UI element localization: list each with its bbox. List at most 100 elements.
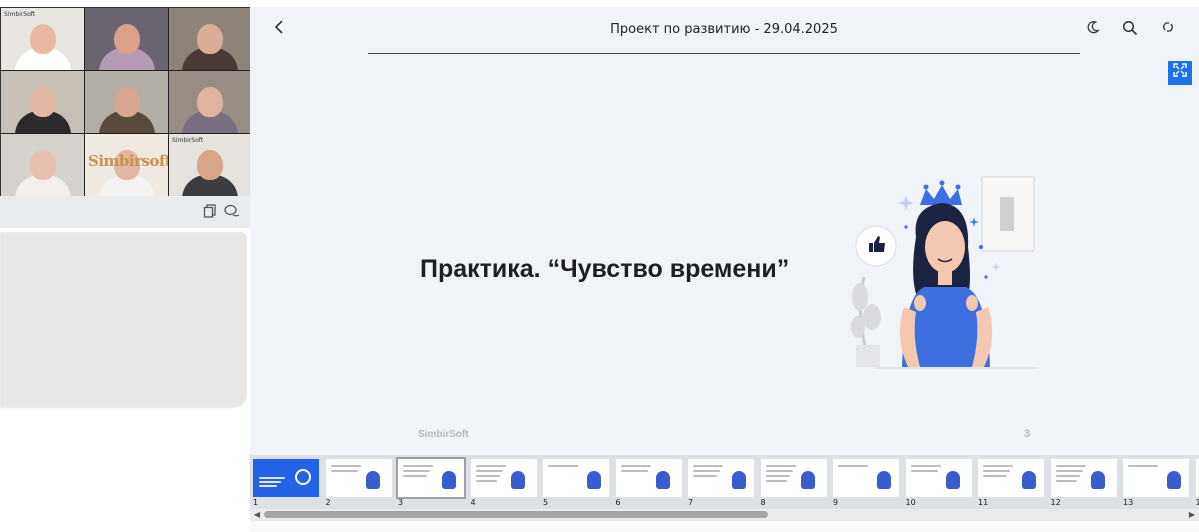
thumbnail-number: 8 [760,498,766,507]
presentation-header: Проект по развитию - 29.04.2025 [250,7,1199,55]
tile-brand-label: Simbirsoft [88,152,168,170]
slide-heading: Практика. “Чувство времени” [420,255,790,283]
thumb-illustration [587,471,601,489]
slide-thumbnail[interactable]: 7 [686,457,754,507]
thumb-text-line [1055,465,1086,467]
slide-thumbnail[interactable]: 11 [976,457,1044,507]
presentation-viewer: Проект по развитию - 29.04.2025 Практика… [250,7,1199,455]
slide-thumbnail[interactable]: 12 [1049,457,1117,507]
slide-thumbnail[interactable]: 1 [251,457,319,507]
thumb-text-line [693,470,720,472]
thumbnail-number: 3 [398,498,404,507]
search-icon[interactable] [1120,20,1140,40]
thumb-text-line [1055,475,1080,477]
slide-thumbnail[interactable]: 13 [1121,457,1189,507]
thumbnail-number: 7 [688,498,694,507]
thumb-illustration [800,471,815,489]
thumb-text-line [1055,480,1077,482]
slide-thumbnail[interactable]: 3 [396,457,466,507]
tile-brand-label: SimbirSoft [172,137,204,144]
participant-face [197,87,223,117]
slide-thumbnail[interactable]: 1 [1194,457,1199,507]
thumbnail-preview [470,459,537,497]
strip-footer [250,521,1199,532]
thumb-illustration [365,471,380,489]
thumbnail-preview [1123,459,1189,497]
participant-face [113,24,140,54]
thumb-text-line [620,470,648,472]
thumb-text-line [693,475,717,477]
thumb-illustration [1090,471,1105,489]
thumb-illustration [1167,471,1181,489]
app-root: SimbirSoft Simbirsoft SimbirSoft Проект по… [0,0,1199,532]
thumbnail-number: 2 [325,498,331,507]
slide-thumbnail[interactable]: 9 [831,457,899,507]
thumbnail-preview [833,459,899,497]
slide-thumbnail[interactable]: 5 [541,457,609,507]
video-tile[interactable]: SimbirSoft [1,8,84,70]
participant-face [29,24,56,54]
chat-panel-blurred [0,232,247,408]
thumb-text-line [838,465,868,467]
scroll-left-icon[interactable]: ◀ [251,509,263,521]
thumbnail-preview [1050,459,1117,497]
thumbnail-number: 4 [470,498,476,507]
slide-thumbnail[interactable]: 10 [904,457,972,507]
thumb-text-line [765,475,790,477]
theme-moon-icon[interactable] [1083,20,1103,40]
video-tile[interactable] [85,71,168,133]
scroll-right-icon[interactable]: ▶ [1186,509,1198,521]
copy-icon[interactable] [202,204,218,220]
thumb-text-line [259,481,281,483]
horizontal-scrollbar[interactable]: ◀ ▶ [250,509,1199,521]
expand-icon[interactable] [1168,61,1192,85]
thumb-illustration [442,471,456,489]
video-grid: SimbirSoft Simbirsoft SimbirSoft [0,7,251,197]
thumb-mark [295,469,311,485]
video-tile[interactable]: SimbirSoft [169,134,251,197]
thumbnail-preview [396,457,466,499]
thumb-text-line [403,465,433,467]
slide-thumbnail[interactable]: 4 [469,457,537,507]
page-title: Проект по развитию - 29.04.2025 [610,22,838,37]
thumbnail-preview [1195,459,1199,497]
sync-icon[interactable] [1158,20,1178,40]
thumbnail-preview [325,459,392,497]
thumb-text-line [620,465,651,467]
thumbnail-preview [905,459,972,497]
video-tile[interactable]: Simbirsoft [85,134,168,197]
thumbnail-number: 5 [543,498,549,507]
thumbnail-number: 9 [833,498,839,507]
thumbnail-preview [253,459,319,497]
thumb-illustration [655,471,670,489]
video-tile[interactable] [169,71,251,133]
chevron-left-icon[interactable] [268,19,290,41]
slide-thumbnail[interactable]: 8 [759,457,827,507]
participant-face [197,24,223,54]
thumb-text-line [1055,470,1083,472]
thumb-text-line [983,465,1013,467]
thumb-text-line [330,465,361,467]
title-divider [368,53,1080,54]
slide-thumbnail[interactable]: 2 [324,457,392,507]
thumb-text-line [475,475,500,477]
thumbnail-preview [615,459,682,497]
thumbnail-preview [760,459,827,497]
video-tile[interactable] [169,8,251,70]
thumb-text-line [475,480,497,482]
scrollbar-thumb[interactable] [264,511,768,518]
thumb-text-line [765,465,796,467]
video-tile[interactable] [85,8,168,70]
thumbnail-number: 12 [1050,498,1061,507]
thumb-text-line [475,470,503,472]
video-toolbar [0,196,250,228]
thumbnail-number: 10 [905,498,916,507]
video-tile[interactable] [1,134,84,197]
participant-face [113,87,140,117]
chat-icon[interactable] [224,204,240,220]
tile-brand-label: SimbirSoft [4,11,36,18]
video-tile[interactable] [1,71,84,133]
thumbnail-preview [978,459,1044,497]
thumbnail-preview [543,459,609,497]
slide-thumbnail[interactable]: 6 [614,457,682,507]
